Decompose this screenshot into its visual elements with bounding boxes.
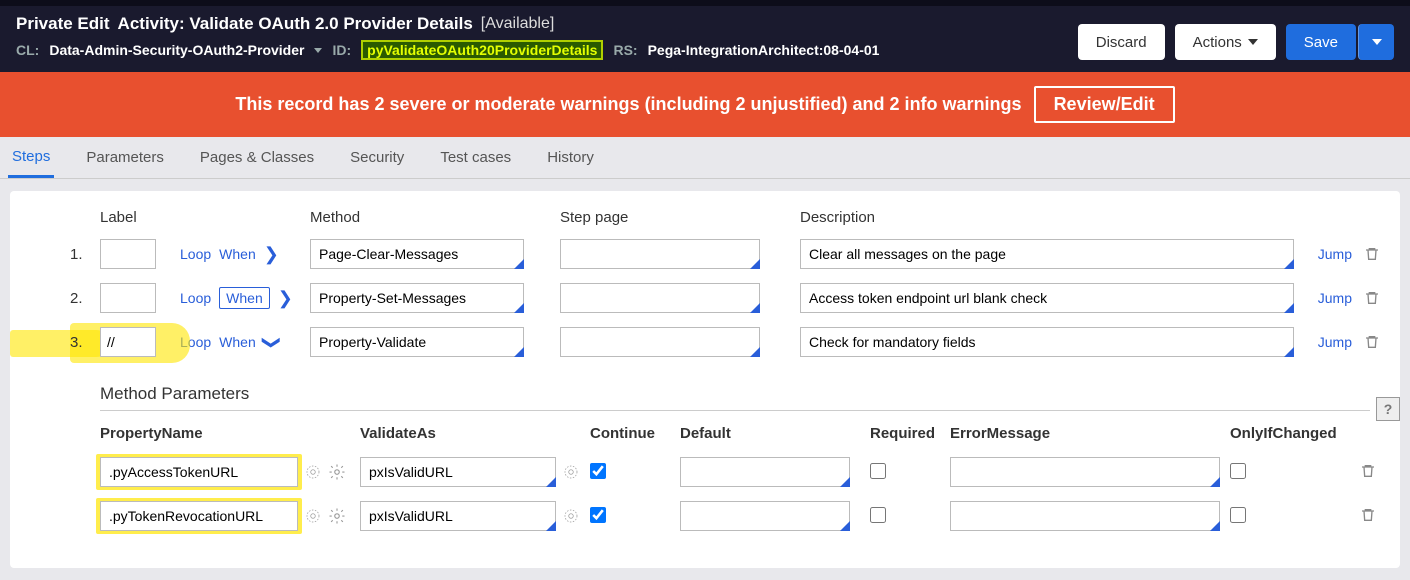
- warning-text: This record has 2 severe or moderate war…: [235, 94, 1021, 115]
- col-step-page: Step page: [550, 209, 790, 226]
- only-if-changed-checkbox[interactable]: [1230, 463, 1246, 479]
- step-number: 3.: [70, 334, 83, 351]
- step-number: 2.: [40, 290, 100, 307]
- jump-link[interactable]: Jump: [1318, 334, 1352, 350]
- step-row: 3. Loop When ❯ Jump: [40, 320, 1370, 364]
- error-message-input[interactable]: [950, 457, 1220, 487]
- required-checkbox[interactable]: [870, 463, 886, 479]
- loop-link[interactable]: Loop: [180, 246, 211, 262]
- col-validate-as: ValidateAs: [360, 425, 590, 442]
- property-name-input[interactable]: [100, 501, 298, 531]
- collapse-icon[interactable]: ❯: [261, 334, 282, 349]
- delete-icon[interactable]: [1360, 463, 1376, 479]
- step-row: 1. Loop When ❯ Jump: [40, 232, 1370, 276]
- col-error-message: ErrorMessage: [950, 425, 1230, 442]
- when-link[interactable]: When: [219, 246, 256, 262]
- col-property-name: PropertyName: [100, 425, 360, 442]
- target-icon[interactable]: [304, 463, 322, 481]
- tab-parameters[interactable]: Parameters: [82, 139, 168, 176]
- delete-icon[interactable]: [1364, 334, 1380, 350]
- tab-pages-classes[interactable]: Pages & Classes: [196, 139, 318, 176]
- step-label-input[interactable]: [100, 283, 156, 313]
- rs-value: Pega-IntegrationArchitect:08-04-01: [648, 42, 880, 58]
- step-label-input[interactable]: [100, 239, 156, 269]
- step-row: 2. Loop When ❯ Jump: [40, 276, 1370, 320]
- when-link[interactable]: When: [219, 287, 270, 309]
- description-input[interactable]: [800, 327, 1294, 357]
- target-icon[interactable]: [562, 507, 580, 525]
- property-name-input[interactable]: [100, 457, 298, 487]
- col-description: Description: [790, 209, 1300, 226]
- actions-button[interactable]: Actions: [1175, 24, 1276, 60]
- continue-checkbox[interactable]: [590, 463, 606, 479]
- tab-bar: Steps Parameters Pages & Classes Securit…: [0, 137, 1410, 179]
- col-default: Default: [680, 425, 870, 442]
- cl-dropdown-icon[interactable]: [314, 48, 322, 53]
- default-input[interactable]: [680, 457, 850, 487]
- expand-icon[interactable]: ❯: [264, 244, 279, 265]
- method-input[interactable]: [310, 327, 524, 357]
- tab-security[interactable]: Security: [346, 139, 408, 176]
- cl-label: CL:: [16, 42, 39, 58]
- expand-icon[interactable]: ❯: [278, 288, 293, 309]
- step-page-input[interactable]: [560, 239, 760, 269]
- step-label-input[interactable]: [100, 327, 156, 357]
- method-params-title: Method Parameters: [100, 384, 1370, 404]
- gear-icon[interactable]: [328, 463, 346, 481]
- param-row: [100, 494, 1370, 538]
- method-input[interactable]: [310, 239, 524, 269]
- when-link[interactable]: When: [219, 334, 256, 350]
- loop-link[interactable]: Loop: [180, 290, 211, 306]
- continue-checkbox[interactable]: [590, 507, 606, 523]
- param-row: [100, 450, 1370, 494]
- id-value: pyValidateOAuth20ProviderDetails: [361, 40, 603, 60]
- availability-status: [Available]: [481, 15, 555, 33]
- rule-title: Activity: Validate OAuth 2.0 Provider De…: [118, 14, 473, 34]
- chevron-down-icon: [1248, 39, 1258, 45]
- warning-banner: This record has 2 severe or moderate war…: [0, 72, 1410, 137]
- tab-test-cases[interactable]: Test cases: [436, 139, 515, 176]
- target-icon[interactable]: [304, 507, 322, 525]
- delete-icon[interactable]: [1360, 507, 1376, 523]
- tab-steps[interactable]: Steps: [8, 138, 54, 178]
- id-label: ID:: [332, 42, 351, 58]
- discard-button[interactable]: Discard: [1078, 24, 1165, 60]
- edit-mode: Private Edit: [16, 14, 110, 34]
- method-parameters-section: Method Parameters ? PropertyName Validat…: [100, 384, 1370, 538]
- jump-link[interactable]: Jump: [1318, 246, 1352, 262]
- save-button[interactable]: Save: [1286, 24, 1356, 60]
- steps-panel: Label Method Step page Description 1. Lo…: [10, 191, 1400, 568]
- review-edit-button[interactable]: Review/Edit: [1034, 86, 1175, 123]
- col-method: Method: [310, 209, 550, 226]
- tab-history[interactable]: History: [543, 139, 598, 176]
- delete-icon[interactable]: [1364, 246, 1380, 262]
- save-split-button[interactable]: [1358, 24, 1394, 60]
- cl-value: Data-Admin-Security-OAuth2-Provider: [49, 42, 304, 58]
- step-number: 1.: [40, 246, 100, 263]
- description-input[interactable]: [800, 283, 1294, 313]
- jump-link[interactable]: Jump: [1318, 290, 1352, 306]
- step-page-input[interactable]: [560, 327, 760, 357]
- col-label: Label: [100, 209, 180, 226]
- col-continue: Continue: [590, 425, 680, 442]
- default-input[interactable]: [680, 501, 850, 531]
- rule-header: Private Edit Activity: Validate OAuth 2.…: [0, 6, 1410, 72]
- method-input[interactable]: [310, 283, 524, 313]
- description-input[interactable]: [800, 239, 1294, 269]
- col-only-if-changed: OnlyIfChanged: [1230, 425, 1360, 442]
- step-page-input[interactable]: [560, 283, 760, 313]
- rs-label: RS:: [613, 42, 637, 58]
- validate-as-input[interactable]: [360, 457, 556, 487]
- chevron-down-icon: [1372, 39, 1382, 45]
- gear-icon[interactable]: [328, 507, 346, 525]
- col-required: Required: [870, 425, 950, 442]
- validate-as-input[interactable]: [360, 501, 556, 531]
- only-if-changed-checkbox[interactable]: [1230, 507, 1246, 523]
- help-icon[interactable]: ?: [1376, 397, 1400, 421]
- target-icon[interactable]: [562, 463, 580, 481]
- error-message-input[interactable]: [950, 501, 1220, 531]
- delete-icon[interactable]: [1364, 290, 1380, 306]
- required-checkbox[interactable]: [870, 507, 886, 523]
